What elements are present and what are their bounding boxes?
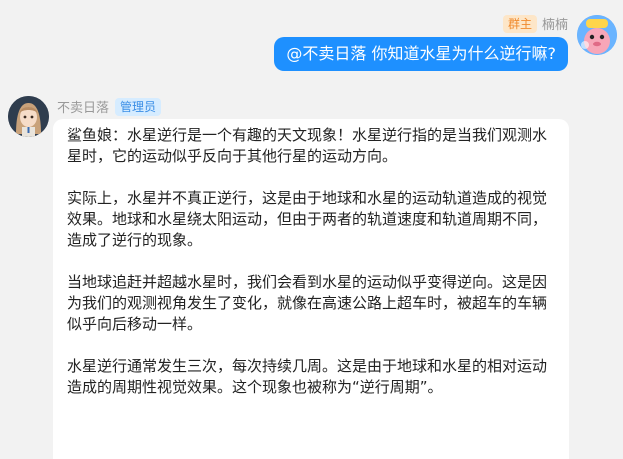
sender-name[interactable]: 不卖日落 [57,97,109,116]
chat-window: 群主 楠楠 @不卖日落 你知道水星为什么逆行嘛? 不卖日落 管理员 鲨鱼娘：水星… [0,0,623,459]
message-paragraph: 鲨鱼娘：水星逆行是一个有趣的天文现象！水星逆行指的是当我们观测水星时，它的运动似… [67,126,548,165]
admin-badge: 管理员 [115,97,162,116]
cartoon-avatar-icon[interactable] [577,15,617,55]
outgoing-message-header: 群主 楠楠 [502,14,568,33]
group-owner-badge: 群主 [502,14,537,33]
message-paragraph: 水星逆行通常发生三次，每次持续几周。这是由于地球和水星的相对运动造成的周期性视觉… [67,357,548,396]
message-paragraph: 实际上，水星并不真正逆行，这是由于地球和水星的运动轨道造成的视觉效果。地球和水星… [67,189,548,249]
incoming-message-header: 不卖日落 管理员 [57,97,162,116]
message-paragraph: 当地球追赶并超越水星时，我们会看到水星的运动似乎变得逆向。这是因为我们的观测视角… [67,273,548,333]
incoming-message-bubble[interactable]: 鲨鱼娘：水星逆行是一个有趣的天文现象！水星逆行指的是当我们观测水星时，它的运动似… [53,119,569,459]
outgoing-message-bubble[interactable]: @不卖日落 你知道水星为什么逆行嘛? [274,37,568,71]
anime-girl-avatar-icon[interactable] [8,96,49,137]
sender-name[interactable]: 楠楠 [542,14,568,33]
